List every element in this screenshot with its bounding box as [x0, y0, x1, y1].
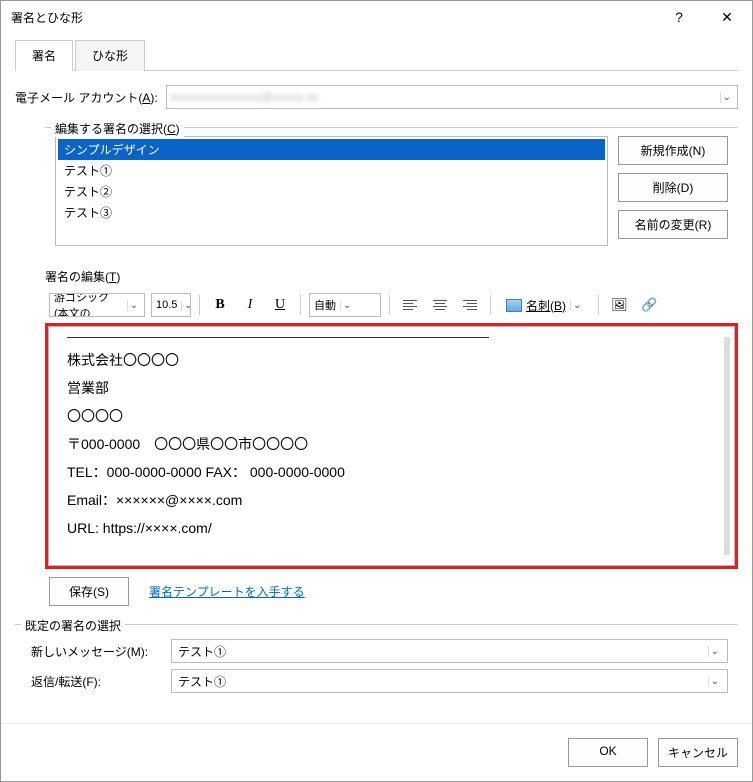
editor-line: 〇〇〇〇 — [67, 402, 716, 430]
separator — [199, 295, 200, 315]
help-icon[interactable]: ? — [664, 5, 694, 29]
align-left-button[interactable] — [398, 293, 422, 317]
chevron-down-icon: ⌄ — [708, 646, 721, 657]
close-icon[interactable]: ✕ — [712, 5, 742, 29]
editor-line: 〒000-0000 〇〇〇県〇〇市〇〇〇〇 — [67, 430, 716, 458]
separator — [598, 295, 599, 315]
window-title: 署名とひな形 — [11, 9, 83, 26]
dialog-footer: OK キャンセル — [1, 723, 752, 781]
tab-bar: 署名 ひな形 — [15, 39, 738, 71]
chevron-down-icon: ⌄ — [708, 676, 721, 687]
chevron-down-icon: ⌄ — [570, 300, 583, 311]
tab-signature[interactable]: 署名 — [15, 40, 73, 71]
new-message-label: 新しいメッセージ(M): — [31, 643, 161, 660]
rename-signature-button[interactable]: 名前の変更(R) — [618, 210, 728, 239]
account-value: xxxxxxxxxxxxxxx@xxxxx.xx — [171, 90, 319, 104]
tab-stationery[interactable]: ひな形 — [75, 40, 145, 71]
account-select[interactable]: xxxxxxxxxxxxxxx@xxxxx.xx ⌄ — [166, 85, 738, 109]
default-reply-row: 返信/転送(F): テスト① ⌄ — [31, 669, 728, 693]
align-right-icon — [463, 300, 477, 310]
reply-forward-select[interactable]: テスト① ⌄ — [171, 669, 728, 693]
default-new-row: 新しいメッセージ(M): テスト① ⌄ — [31, 639, 728, 663]
signature-item-0[interactable]: シンプルデザイン — [58, 139, 605, 160]
underline-button[interactable]: U — [268, 293, 292, 317]
italic-button[interactable]: I — [238, 293, 262, 317]
font-color-select[interactable]: 自動⌄ — [309, 293, 381, 317]
font-select[interactable]: 游ゴシック (本文の⌄ — [49, 293, 145, 317]
signature-editor[interactable]: 株式会社〇〇〇〇 営業部 〇〇〇〇 〒000-0000 〇〇〇県〇〇市〇〇〇〇 … — [48, 326, 735, 566]
signature-item-2[interactable]: テスト② — [58, 181, 605, 202]
editor-line: URL: https://××××.com/ — [67, 514, 716, 542]
insert-link-button[interactable]: 🔗 — [637, 293, 661, 317]
chevron-down-icon: ⌄ — [127, 300, 140, 311]
titlebar: 署名とひな形 ? ✕ — [1, 1, 752, 33]
new-message-select[interactable]: テスト① ⌄ — [171, 639, 728, 663]
align-center-icon — [433, 300, 447, 310]
chevron-down-icon: ⌄ — [340, 300, 353, 311]
editor-line: 株式会社〇〇〇〇 — [67, 346, 716, 374]
dialog-window: 署名とひな形 ? ✕ 署名 ひな形 電子メール アカウント(A): xxxxxx… — [0, 0, 753, 782]
separator — [300, 295, 301, 315]
delete-signature-button[interactable]: 削除(D) — [618, 173, 728, 202]
signature-item-1[interactable]: テスト① — [58, 160, 605, 181]
align-left-icon — [403, 300, 417, 310]
business-card-icon — [506, 299, 522, 312]
editor-line: TEL：000-0000-0000 FAX： 000-0000-0000 — [67, 458, 716, 486]
separator — [490, 295, 491, 315]
save-button[interactable]: 保存(S) — [49, 577, 129, 606]
below-editor-row: 保存(S) 署名テンプレートを入手する — [49, 577, 738, 606]
edit-toolbar: 游ゴシック (本文の⌄ 10.5⌄ B I U 自動⌄ — [45, 291, 738, 319]
account-label: 電子メール アカウント(A): — [15, 89, 158, 106]
align-center-button[interactable] — [428, 293, 452, 317]
account-row: 電子メール アカウント(A): xxxxxxxxxxxxxxx@xxxxx.xx… — [15, 85, 738, 109]
signature-item-3[interactable]: テスト③ — [58, 202, 605, 223]
reply-forward-label: 返信/転送(F): — [31, 673, 161, 690]
get-template-link[interactable]: 署名テンプレートを入手する — [149, 583, 305, 600]
signature-select-group: 編集する署名の選択(C) シンプルデザイン テスト① テスト② テスト③ 新規作… — [45, 127, 738, 256]
chevron-down-icon: ⌄ — [720, 92, 733, 103]
content-area: 署名 ひな形 電子メール アカウント(A): xxxxxxxxxxxxxxx@x… — [1, 33, 752, 723]
chevron-down-icon: ⌄ — [181, 300, 191, 311]
editor-line: Email：××××××@××××.com — [67, 486, 716, 514]
edit-section: 署名の編集(T) 游ゴシック (本文の⌄ 10.5⌄ B I U 自動⌄ — [45, 268, 738, 606]
align-right-button[interactable] — [458, 293, 482, 317]
ok-button[interactable]: OK — [568, 738, 648, 767]
font-size-select[interactable]: 10.5⌄ — [151, 293, 191, 317]
insert-picture-button[interactable]: 🖼 — [607, 293, 631, 317]
cancel-button[interactable]: キャンセル — [658, 738, 738, 767]
editor-scrollbar[interactable] — [724, 337, 730, 555]
titlebar-controls: ? ✕ — [664, 5, 742, 29]
signature-select-label: 編集する署名の選択(C) — [51, 120, 184, 137]
default-group-label: 既定の署名の選択 — [21, 617, 125, 634]
default-signature-group: 既定の署名の選択 新しいメッセージ(M): テスト① ⌄ 返信/転送(F): テ… — [15, 624, 738, 709]
editor-highlight: 株式会社〇〇〇〇 営業部 〇〇〇〇 〒000-0000 〇〇〇県〇〇市〇〇〇〇 … — [45, 323, 738, 569]
bold-button[interactable]: B — [208, 293, 232, 317]
separator — [389, 295, 390, 315]
new-signature-button[interactable]: 新規作成(N) — [618, 136, 728, 165]
editor-rule — [67, 337, 489, 338]
signature-buttons: 新規作成(N) 削除(D) 名前の変更(R) — [618, 136, 728, 246]
editor-line: 営業部 — [67, 374, 716, 402]
business-card-button[interactable]: 名刺(B) ⌄ — [499, 293, 590, 317]
edit-label: 署名の編集(T) — [45, 268, 738, 285]
signature-list[interactable]: シンプルデザイン テスト① テスト② テスト③ — [55, 136, 608, 246]
